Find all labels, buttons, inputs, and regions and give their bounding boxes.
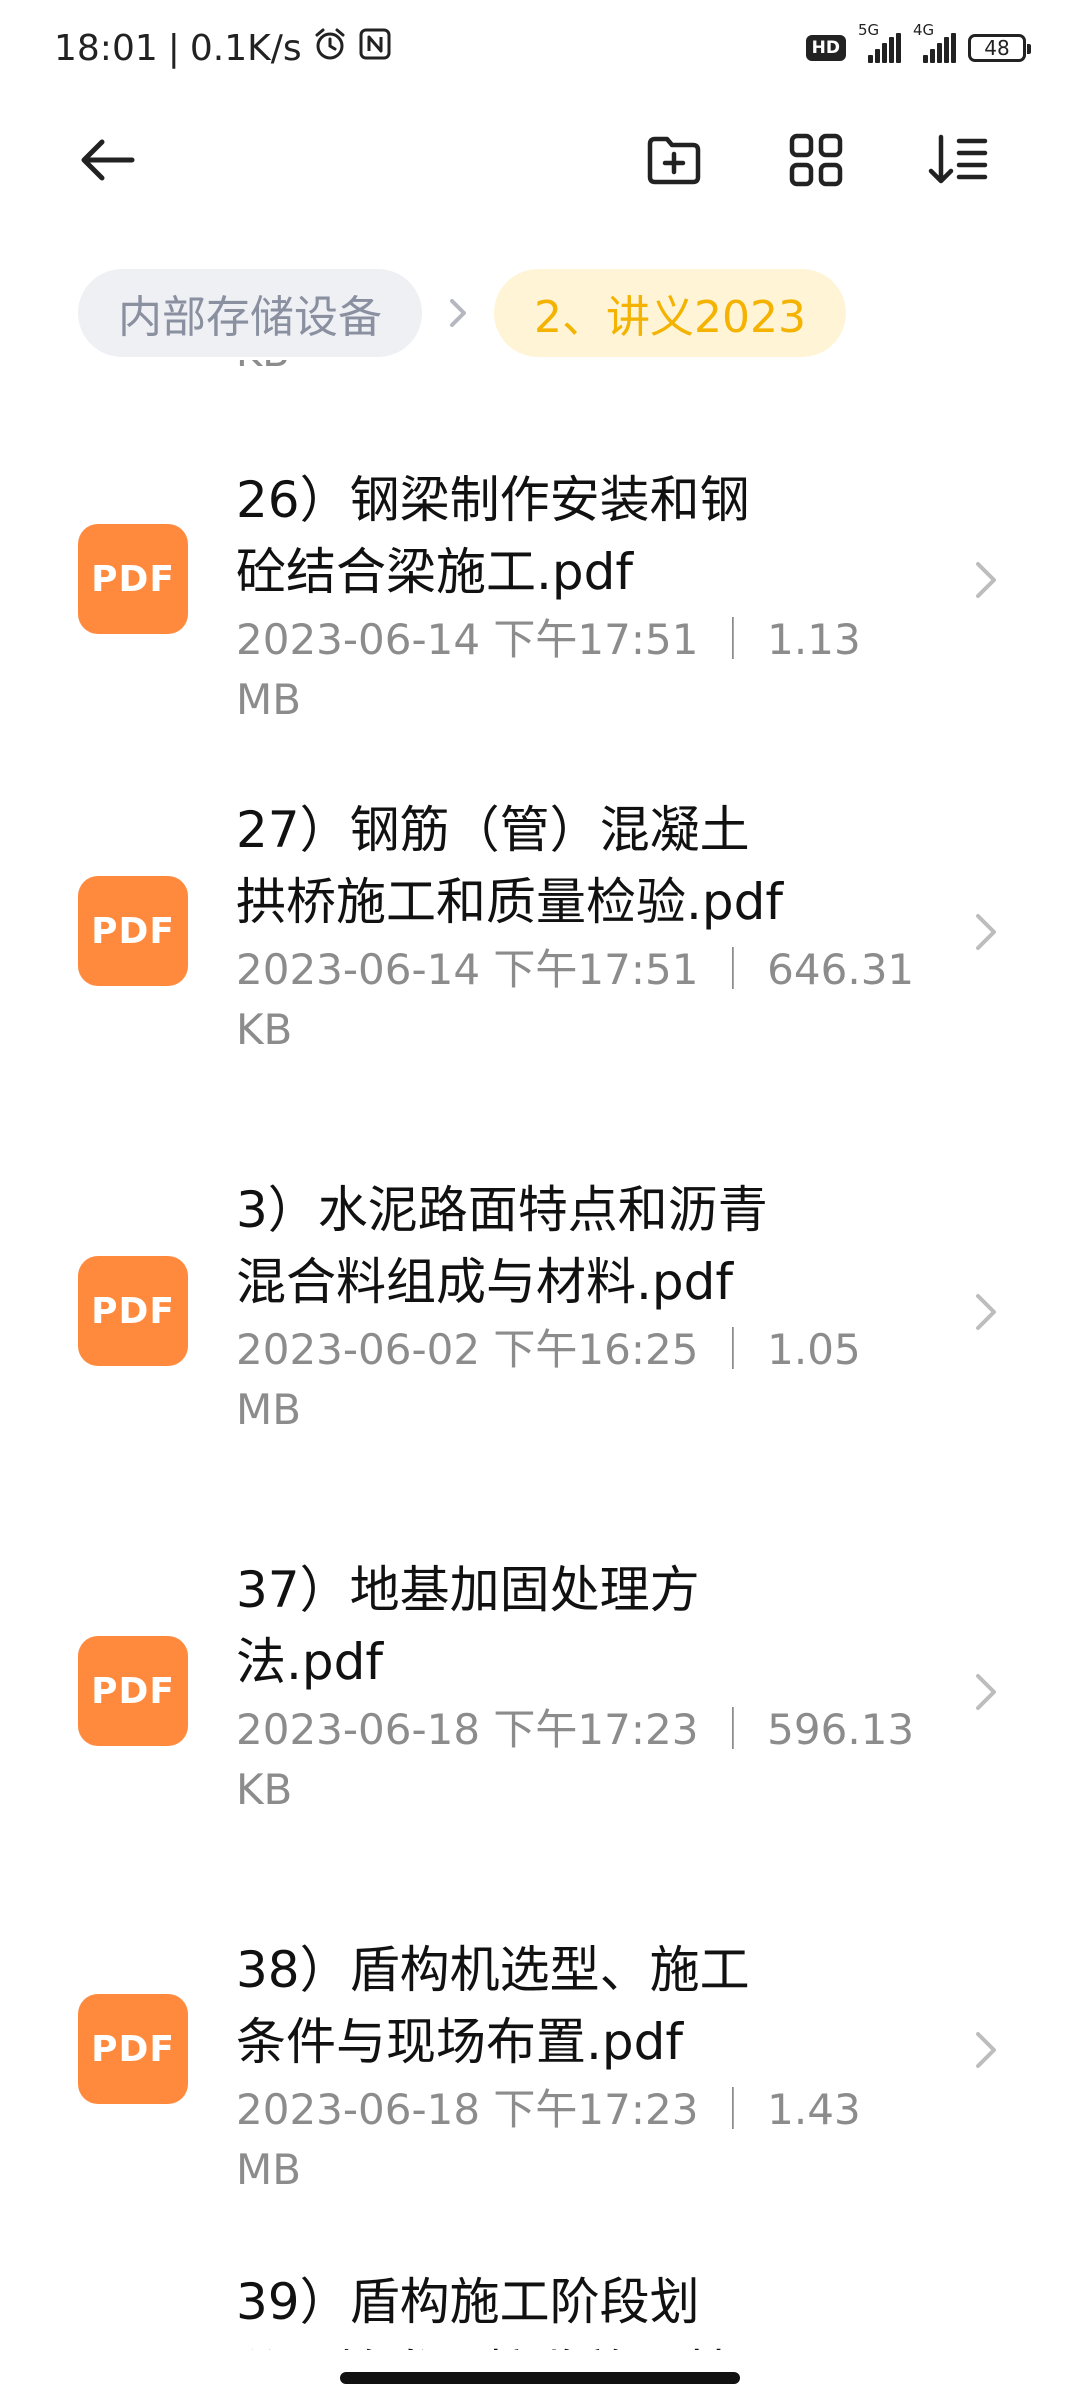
file-list: KB PDF 26）钢梁制作安装和钢 砼结合梁施工.pdf 2023-06-14…: [0, 360, 1080, 2350]
file-name-line2: 混合料组成与材料.pdf: [236, 1253, 733, 1311]
status-bar: 18:01 | 0.1K/s HD 5G 4G 48: [0, 0, 1080, 96]
pdf-file-icon: PDF: [78, 1256, 188, 1366]
signal-4g-label: 4G: [913, 21, 935, 39]
breadcrumb-current[interactable]: 2、讲义2023: [494, 269, 846, 357]
list-item[interactable]: PDF 26）钢梁制作安装和钢 砼结合梁施工.pdf 2023-06-14 下午…: [0, 470, 1080, 724]
file-meta-line2: KB: [236, 1005, 293, 1054]
new-folder-icon[interactable]: [634, 120, 714, 200]
pdf-file-icon: PDF: [78, 524, 188, 634]
list-item-text: 26）钢梁制作安装和钢 砼结合梁施工.pdf 2023-06-14 下午17:5…: [236, 464, 936, 730]
list-item-text: 38）盾构机选型、施工 条件与现场布置.pdf 2023-06-18 下午17:…: [236, 1934, 936, 2200]
status-net-speed: 0.1K/s: [189, 27, 302, 69]
chevron-right-icon: [422, 295, 494, 331]
home-indicator[interactable]: [340, 2372, 740, 2384]
file-name-line2: 法.pdf: [236, 1633, 383, 1691]
file-name-line1: 27）钢筋（管）混凝土: [236, 801, 750, 859]
pdf-file-icon: PDF: [78, 1636, 188, 1746]
hd-badge: HD: [805, 35, 846, 61]
chevron-right-icon: [966, 902, 1006, 962]
pdf-file-icon: PDF: [78, 876, 188, 986]
grid-view-icon[interactable]: [776, 120, 856, 200]
list-item[interactable]: PDF 3）水泥路面特点和沥青 混合料组成与材料.pdf 2023-06-02 …: [0, 1180, 1080, 1470]
list-item[interactable]: PDF 27）钢筋（管）混凝土 拱桥施工和质量检验.pdf 2023-06-14…: [0, 800, 1080, 1090]
file-meta-line1: 2023-06-14 下午17:51 ｜ 646.31: [236, 945, 915, 994]
file-meta-line2: KB: [236, 1765, 293, 1814]
file-meta-line1: 2023-06-02 下午16:25 ｜ 1.05: [236, 1325, 861, 1374]
partial-row-text: KB: [236, 360, 290, 376]
list-item-text: 39）盾构施工阶段划 分及始发与接收施工技: [236, 2266, 936, 2350]
back-arrow-icon[interactable]: [68, 120, 148, 200]
list-item-text: 37）地基加固处理方 法.pdf 2023-06-18 下午17:23 ｜ 59…: [236, 1554, 936, 1820]
status-separator: |: [167, 27, 180, 69]
file-name-line2: 分及始发与接收施工技: [236, 2338, 936, 2350]
list-item-text: 3）水泥路面特点和沥青 混合料组成与材料.pdf 2023-06-02 下午16…: [236, 1174, 936, 1440]
signal-4g-icon: 4G: [913, 21, 956, 63]
file-meta-line2: MB: [236, 1385, 302, 1434]
file-name-line1: 37）地基加固处理方: [236, 1561, 700, 1619]
chevron-right-icon: [966, 1662, 1006, 1722]
file-name-line1: 26）钢梁制作安装和钢: [236, 471, 750, 529]
breadcrumb: 内部存储设备 2、讲义2023: [78, 268, 846, 358]
breadcrumb-root[interactable]: 内部存储设备: [78, 269, 422, 357]
nfc-icon: [358, 27, 392, 70]
list-item[interactable]: PDF 38）盾构机选型、施工 条件与现场布置.pdf 2023-06-18 下…: [0, 1940, 1080, 2194]
file-name-line1: 39）盾构施工阶段划: [236, 2273, 700, 2331]
file-name-line2: 条件与现场布置.pdf: [236, 2013, 683, 2071]
file-name-line1: 38）盾构机选型、施工: [236, 1941, 750, 1999]
pdf-file-icon: PDF: [78, 1994, 188, 2104]
signal-5g-label: 5G: [858, 21, 880, 39]
chevron-right-icon: [966, 2020, 1006, 2080]
chevron-right-icon: [966, 1282, 1006, 1342]
top-toolbar: [0, 110, 1080, 210]
file-meta-line1: 2023-06-18 下午17:23 ｜ 596.13: [236, 1705, 915, 1754]
status-right: HD 5G 4G 48: [805, 21, 1031, 74]
list-item[interactable]: PDF 37）地基加固处理方 法.pdf 2023-06-18 下午17:23 …: [0, 1560, 1080, 1850]
file-name-line2: 砼结合梁施工.pdf: [236, 543, 633, 601]
sort-icon[interactable]: [918, 120, 998, 200]
chevron-right-icon: [966, 550, 1006, 610]
list-item[interactable]: PDF 39）盾构施工阶段划 分及始发与接收施工技: [0, 2266, 1080, 2350]
file-meta-line1: 2023-06-18 下午17:23 ｜ 1.43 MB: [236, 2085, 861, 2194]
status-left: 18:01 | 0.1K/s: [54, 22, 392, 74]
file-name-line1: 3）水泥路面特点和沥青: [236, 1181, 768, 1239]
file-meta-line1: 2023-06-14 下午17:51 ｜ 1.13 MB: [236, 615, 861, 724]
battery-indicator: 48: [968, 34, 1031, 62]
file-name-line2: 拱桥施工和质量检验.pdf: [236, 873, 783, 931]
list-item-text: 27）钢筋（管）混凝土 拱桥施工和质量检验.pdf 2023-06-14 下午1…: [236, 794, 936, 1060]
status-time: 18:01: [54, 27, 158, 69]
signal-5g-icon: 5G: [858, 21, 901, 63]
alarm-icon: [312, 26, 348, 71]
